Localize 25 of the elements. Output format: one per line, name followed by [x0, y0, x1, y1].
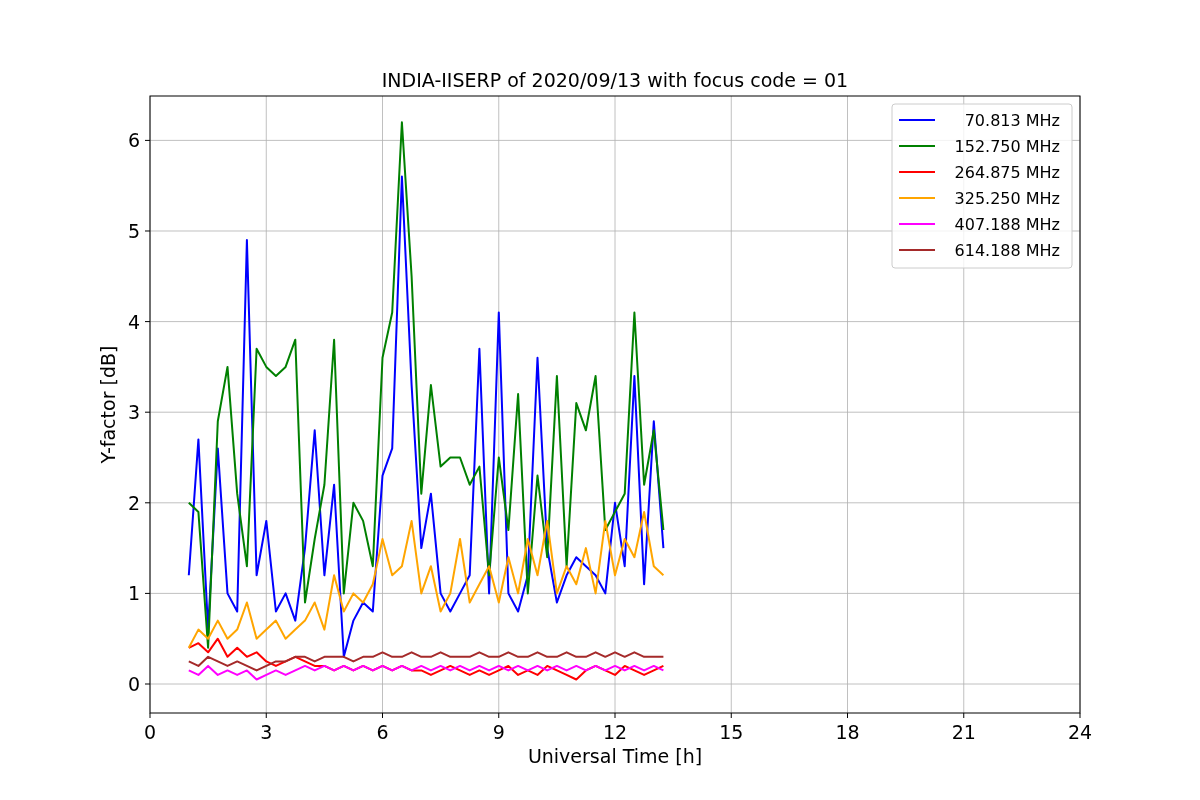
tick-label: 6 — [376, 721, 389, 743]
tick-label: 1 — [127, 582, 140, 605]
tick-label: 5 — [127, 220, 140, 242]
plot-title: INDIA-IISERP of 2020/09/13 with focus code = 01 — [381, 69, 849, 91]
tick-label: 21 — [951, 721, 976, 743]
legend-label: 614.188 MHz — [954, 241, 1060, 260]
tick-label: 4 — [127, 310, 140, 333]
legend-label: 407.188 MHz — [954, 215, 1060, 234]
axis-label: Y-factor [dB] — [97, 345, 119, 464]
tick-label: 6 — [127, 129, 140, 152]
tick-label: 3 — [260, 721, 273, 743]
legend-label: 264.875 MHz — [954, 163, 1060, 182]
tick-label: 12 — [602, 721, 628, 743]
tick-label: 18 — [835, 721, 860, 743]
tick-label: 2 — [127, 491, 140, 514]
legend-label: 152.750 MHz — [954, 137, 1060, 156]
tick-label: 15 — [719, 721, 744, 743]
axis-label: Universal Time [h] — [527, 745, 703, 767]
tick-label: 0 — [143, 721, 157, 743]
tick-label: 0 — [127, 673, 140, 695]
legend-label: 70.813 MHz — [964, 111, 1060, 130]
tick-label: 3 — [127, 401, 140, 424]
tick-label: 9 — [492, 721, 505, 743]
tick-label: 24 — [1067, 721, 1093, 743]
legend-label: 325.250 MHz — [954, 189, 1060, 208]
